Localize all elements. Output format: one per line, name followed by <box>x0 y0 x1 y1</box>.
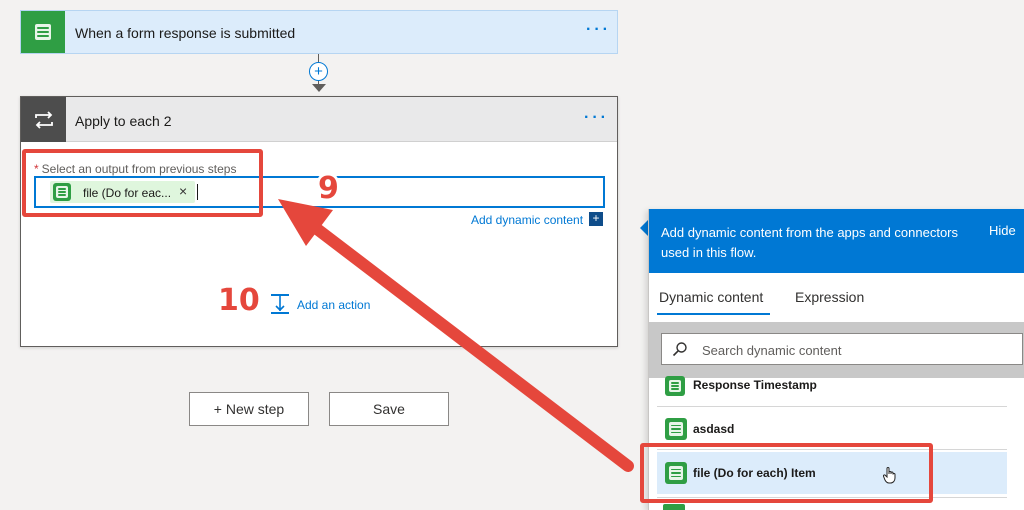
annotation-number-9: 9 <box>318 171 339 206</box>
annotation-number-10: 10 <box>218 283 260 318</box>
annotation-arrow <box>278 199 634 472</box>
